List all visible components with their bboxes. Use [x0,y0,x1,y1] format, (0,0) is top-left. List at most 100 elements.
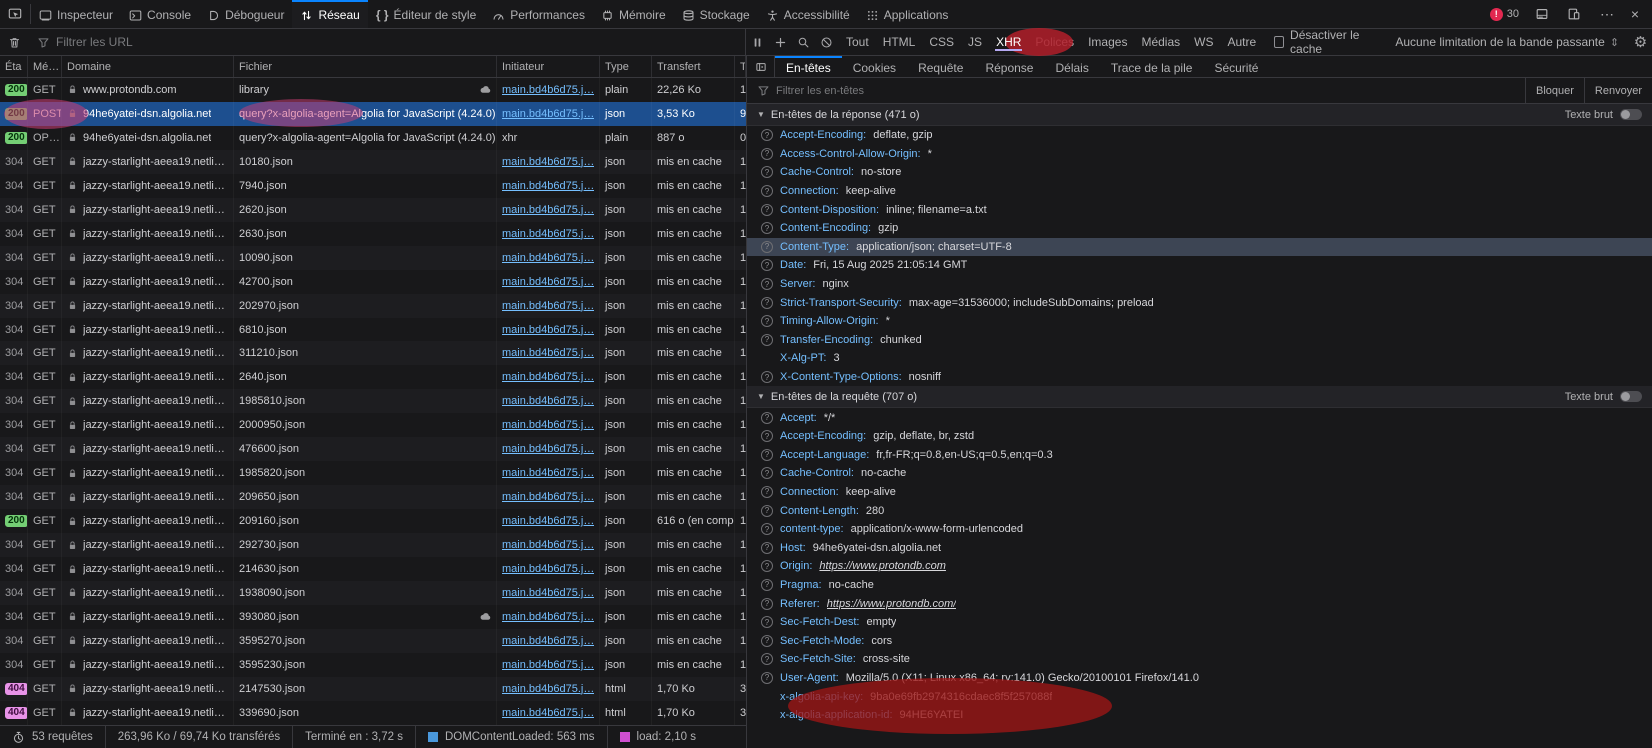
details-tab-d-lais[interactable]: Délais [1044,56,1099,77]
initiator-link[interactable]: main.bd4b6d75.j… [502,347,594,359]
header-row[interactable]: ? Content-Disposition: inline; filename=… [747,200,1652,219]
request-row[interactable]: 304 GET jazzy-starlight-aeea19.netli… 19… [0,389,746,413]
initiator-link[interactable]: main.bd4b6d75.j… [502,515,594,527]
request-row[interactable]: 304 GET jazzy-starlight-aeea19.netli… 47… [0,437,746,461]
header-row[interactable]: ? X-Content-Type-Options: nosniff [747,368,1652,387]
header-row[interactable]: ? Accept-Encoding: deflate, gzip [747,126,1652,145]
header-row[interactable]: ? Accept-Language: fr,fr-FR;q=0.8,en-US;… [747,446,1652,465]
initiator-link[interactable]: main.bd4b6d75.j… [502,252,594,264]
responsive-design-button[interactable] [1559,7,1589,21]
header-row[interactable]: ? Server: nginx [747,275,1652,294]
initiator-link[interactable]: main.bd4b6d75.j… [502,443,594,455]
filter-chip-tout[interactable]: Tout [839,32,876,52]
help-icon[interactable]: ? [761,297,773,309]
initiator-link[interactable]: main.bd4b6d75.j… [502,635,594,647]
header-row[interactable]: ? Connection: keep-alive [747,182,1652,201]
header-row[interactable]: ? Content-Type: application/json; charse… [747,238,1652,257]
block-url-button[interactable]: Bloquer [1525,78,1584,103]
help-icon[interactable]: ? [761,166,773,178]
header-row[interactable]: ? Origin: https://www.protondb.com [747,557,1652,576]
request-row[interactable]: 304 GET jazzy-starlight-aeea19.netli… 19… [0,461,746,485]
initiator-link[interactable]: main.bd4b6d75.j… [502,587,594,599]
disable-cache-checkbox[interactable] [1274,36,1284,48]
initiator-link[interactable]: main.bd4b6d75.j… [502,84,594,96]
filter-chip-html[interactable]: HTML [876,32,923,52]
response-headers-section-toggle[interactable]: ▼ En-têtes de la réponse (471 o) Texte b… [747,104,1652,126]
header-row[interactable]: ? Referer: https://www.protondb.com/ [747,594,1652,613]
resend-request-button[interactable]: Renvoyer [1584,78,1652,103]
initiator-link[interactable]: main.bd4b6d75.j… [502,563,594,575]
help-icon[interactable]: ? [761,560,773,572]
details-tab-s-curit-[interactable]: Sécurité [1203,56,1269,77]
block-requests-button[interactable] [815,29,838,55]
filter-chip-ws[interactable]: WS [1187,32,1220,52]
initiator-link[interactable]: main.bd4b6d75.j… [502,371,594,383]
initiator-link[interactable]: main.bd4b6d75.j… [502,419,594,431]
initiator-link[interactable]: main.bd4b6d75.j… [502,683,594,695]
raw-response-toggle[interactable] [1620,109,1642,120]
help-icon[interactable]: ? [761,635,773,647]
headers-filter-input[interactable] [776,85,1525,97]
header-row[interactable]: ? User-Agent: Mozilla/5.0 (X11; Linux x8… [747,669,1652,688]
details-tab-en-t-tes[interactable]: En-têtes [775,56,842,77]
request-row[interactable]: 304 GET jazzy-starlight-aeea19.netli… 20… [0,294,746,318]
header-row[interactable]: ? Accept: */* [747,408,1652,427]
filter-chip-images[interactable]: Images [1081,32,1134,52]
column-header-3[interactable]: Domaine [62,56,234,77]
header-row[interactable]: ? Sec-Fetch-Mode: cors [747,631,1652,650]
request-row[interactable]: 404 GET jazzy-starlight-aeea19.netli… 21… [0,677,746,701]
element-picker-button[interactable] [0,0,30,28]
request-row[interactable]: 200 POST 94he6yatei-dsn.algolia.net quer… [0,102,746,126]
network-settings-button[interactable]: ⚙ [1629,29,1652,55]
initiator-link[interactable]: main.bd4b6d75.j… [502,276,594,288]
initiator-link[interactable]: main.bd4b6d75.j… [502,395,594,407]
help-icon[interactable]: ? [761,467,773,479]
header-row[interactable]: ? Access-Control-Allow-Origin: * [747,145,1652,164]
details-tab-cookies[interactable]: Cookies [842,56,907,77]
initiator-link[interactable]: main.bd4b6d75.j… [502,611,594,623]
tab--diteur-de-style[interactable]: { }Éditeur de style [368,0,484,28]
header-row[interactable]: ? Accept-Encoding: gzip, deflate, br, zs… [747,427,1652,446]
help-icon[interactable]: ? [761,259,773,271]
split-console-button[interactable] [1527,7,1557,21]
help-icon[interactable]: ? [761,241,773,253]
help-icon[interactable]: ? [761,653,773,665]
initiator-link[interactable]: main.bd4b6d75.j… [502,491,594,503]
header-row[interactable]: ? Pragma: no-cache [747,576,1652,595]
initiator-link[interactable]: main.bd4b6d75.j… [502,467,594,479]
initiator-link[interactable]: main.bd4b6d75.j… [502,707,594,719]
initiator-link[interactable]: main.bd4b6d75.j… [502,539,594,551]
help-icon[interactable]: ? [761,486,773,498]
initiator-link[interactable]: main.bd4b6d75.j… [502,659,594,671]
help-icon[interactable]: ? [761,148,773,160]
header-row[interactable]: x-algolia-application-id: 94HE6YATEI [747,706,1652,725]
throttling-dropdown[interactable]: Aucune limitation de la bande passante ⇕ [1385,35,1629,49]
header-row[interactable]: ? Content-Length: 280 [747,501,1652,520]
expand-sidebar-button[interactable] [747,56,775,77]
request-row[interactable]: 304 GET jazzy-starlight-aeea19.netli… 68… [0,318,746,342]
request-row[interactable]: 304 GET jazzy-starlight-aeea19.netli… 42… [0,270,746,294]
help-icon[interactable]: ? [761,371,773,383]
filter-chip-css[interactable]: CSS [922,32,961,52]
details-tab-requ-te[interactable]: Requête [907,56,974,77]
help-icon[interactable]: ? [761,204,773,216]
column-header-8[interactable]: T… [735,56,746,77]
clear-requests-button[interactable] [0,29,28,55]
header-row[interactable]: ? Strict-Transport-Security: max-age=315… [747,293,1652,312]
pause-recording-button[interactable] [746,29,769,55]
request-headers-section-toggle[interactable]: ▼ En-têtes de la requête (707 o) Texte b… [747,386,1652,408]
help-icon[interactable]: ? [761,523,773,535]
column-header-1[interactable]: Éta [0,56,28,77]
tab-d-bogueur[interactable]: Débogueur [199,0,292,28]
request-row[interactable]: 200 GET jazzy-starlight-aeea19.netli… 20… [0,509,746,533]
tab-accessibilit-[interactable]: Accessibilité [758,0,858,28]
details-tab-r-ponse[interactable]: Réponse [974,56,1044,77]
column-header-7[interactable]: Transfert [652,56,735,77]
column-header-4[interactable]: Fichier [234,56,497,77]
request-row[interactable]: 304 GET jazzy-starlight-aeea19.netli… 35… [0,629,746,653]
initiator-link[interactable]: main.bd4b6d75.j… [502,156,594,168]
column-header-2[interactable]: Mé… [28,56,62,77]
tab-inspecteur[interactable]: Inspecteur [31,0,121,28]
filter-chip-autre[interactable]: Autre [1220,32,1263,52]
tab-performances[interactable]: Performances [484,0,593,28]
